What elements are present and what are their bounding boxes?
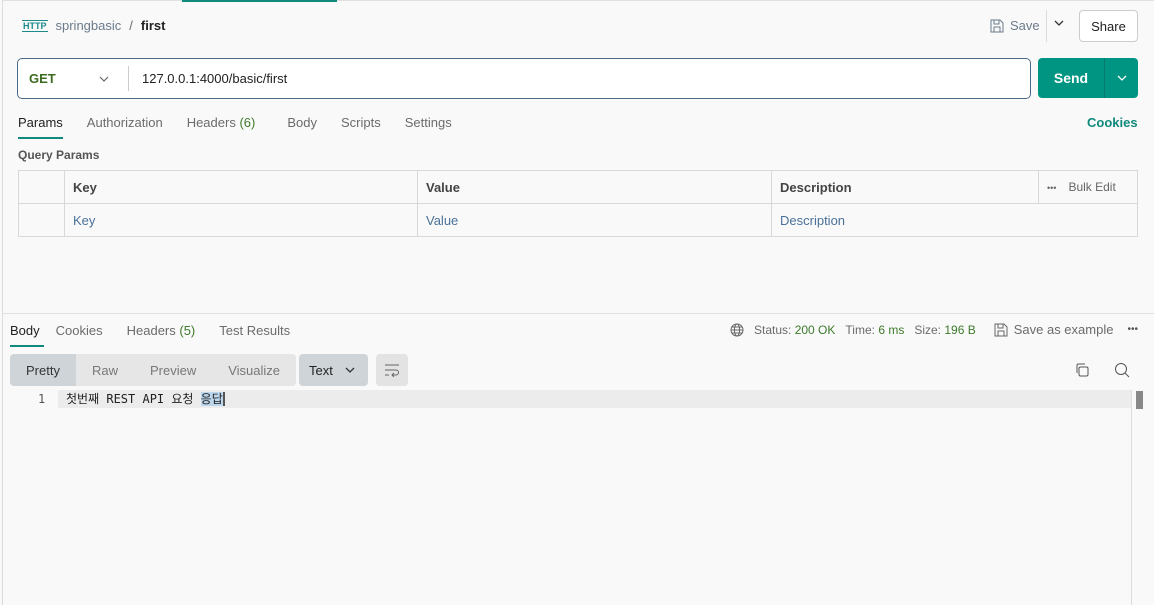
column-key: Key	[64, 170, 418, 204]
tab-params[interactable]: Params	[18, 115, 75, 139]
selected-text[interactable]: 응답	[200, 392, 225, 406]
send-label[interactable]: Send	[1038, 58, 1105, 98]
query-params-table: Key Value Description ••• Bulk Edit Key V…	[18, 170, 1138, 237]
more-options-icon[interactable]: •••	[1127, 324, 1138, 335]
table-row: Key Value Description	[18, 203, 1138, 237]
response-status-bar: Status: 200 OK Time: 6 ms Size: 196 B Sa…	[730, 322, 1138, 337]
http-icon: HTTP	[22, 19, 48, 32]
checkbox-column	[18, 170, 65, 204]
headers-count: (5)	[179, 323, 196, 338]
tab-response-headers[interactable]: Headers (5)	[115, 323, 208, 338]
column-value: Value	[417, 170, 772, 204]
format-label: Text	[309, 362, 333, 378]
request-tabs: Params Authorization Headers (6) Body Sc…	[18, 115, 464, 139]
copy-icon[interactable]	[1074, 362, 1090, 381]
cookies-link[interactable]: Cookies	[1087, 115, 1138, 130]
globe-icon[interactable]	[730, 323, 744, 337]
more-icon: •••	[1047, 183, 1057, 193]
tab-response-cookies[interactable]: Cookies	[56, 323, 115, 338]
description-input[interactable]: Description	[771, 203, 1138, 237]
table-header-row: Key Value Description ••• Bulk Edit	[18, 170, 1138, 204]
divider	[128, 66, 129, 91]
query-params-title: Query Params	[18, 148, 100, 162]
url-input[interactable]: 127.0.0.1:4000/basic/first	[142, 71, 287, 86]
bulk-edit-button[interactable]: ••• Bulk Edit	[1038, 170, 1138, 204]
status[interactable]: Status: 200 OK	[754, 323, 835, 337]
tab-response-body[interactable]: Body	[10, 323, 56, 347]
scrollbar-track[interactable]	[1131, 390, 1132, 605]
method-select[interactable]: GET	[18, 71, 128, 86]
value-input[interactable]: Value	[417, 203, 772, 237]
view-mode-selector: Pretty Raw Preview Visualize	[10, 354, 297, 386]
format-select[interactable]: Text	[299, 354, 368, 386]
tab-authorization[interactable]: Authorization	[75, 115, 175, 130]
time[interactable]: Time: 6 ms	[845, 323, 904, 337]
send-button[interactable]: Send	[1038, 58, 1138, 98]
headers-count: (6)	[239, 115, 256, 130]
wrap-lines-button[interactable]	[376, 354, 408, 386]
view-visualize[interactable]: Visualize	[212, 354, 296, 386]
send-options-chevron-icon[interactable]	[1105, 58, 1138, 98]
chevron-down-icon	[99, 76, 109, 82]
size[interactable]: Size: 196 B	[914, 323, 975, 337]
view-raw[interactable]: Raw	[76, 354, 134, 386]
save-as-example-button[interactable]: Save as example	[994, 322, 1113, 337]
save-label: Save	[1010, 18, 1040, 33]
divider	[1046, 10, 1047, 42]
save-icon	[994, 323, 1008, 336]
search-icon[interactable]	[1114, 362, 1130, 381]
response-body-line[interactable]: 첫번째 REST API 요청 응답	[58, 390, 1132, 408]
method-label: GET	[29, 71, 56, 86]
share-label: Share	[1091, 18, 1126, 34]
collection-link[interactable]: springbasic	[56, 18, 122, 33]
share-button[interactable]: Share	[1079, 10, 1138, 42]
url-bar: GET 127.0.0.1:4000/basic/first	[17, 58, 1031, 99]
pane-divider[interactable]	[2, 313, 1154, 314]
row-checkbox[interactable]	[18, 203, 65, 237]
view-pretty[interactable]: Pretty	[10, 354, 76, 386]
tab-headers[interactable]: Headers (6)	[175, 115, 268, 130]
breadcrumb-separator: /	[129, 18, 133, 33]
response-tabs: Body Cookies Headers (5) Test Results	[10, 323, 302, 347]
tab-scripts[interactable]: Scripts	[329, 115, 393, 130]
scrollbar-thumb[interactable]	[1136, 391, 1143, 409]
save-dropdown-chevron-icon[interactable]	[1053, 17, 1065, 32]
active-tab-indicator	[182, 0, 337, 2]
save-icon	[990, 19, 1004, 32]
wrap-icon	[385, 364, 399, 377]
line-number: 1	[38, 392, 46, 406]
view-preview[interactable]: Preview	[134, 354, 212, 386]
column-description: Description	[771, 170, 1039, 204]
tab-settings[interactable]: Settings	[393, 115, 464, 130]
key-input[interactable]: Key	[64, 203, 418, 237]
request-name[interactable]: first	[141, 18, 166, 33]
breadcrumb: HTTP springbasic / first	[22, 18, 165, 33]
chevron-down-icon	[345, 367, 355, 373]
save-button[interactable]: Save	[990, 18, 1040, 33]
tab-body[interactable]: Body	[267, 115, 329, 130]
tab-test-results[interactable]: Test Results	[207, 323, 302, 338]
